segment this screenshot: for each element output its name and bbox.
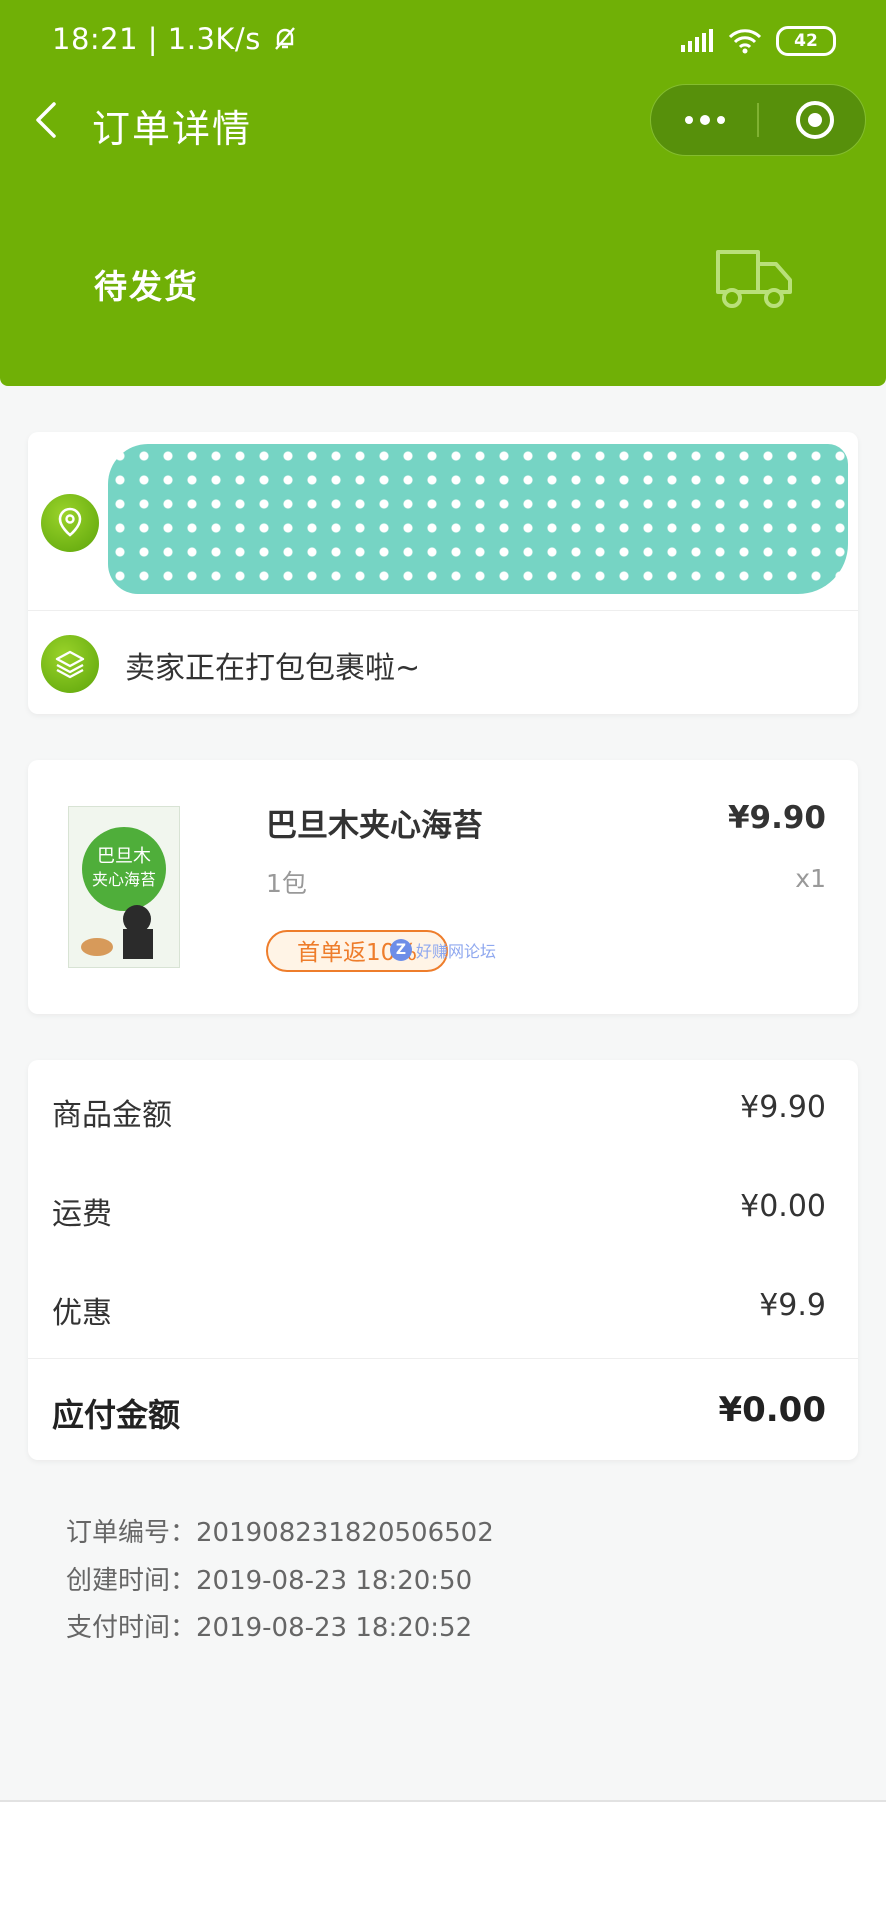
capsule-divider: [757, 103, 759, 137]
order-status: 待发货: [94, 267, 199, 306]
mute-bell-icon: [274, 27, 295, 50]
status-indicators: 42: [680, 26, 836, 56]
watermark-logo-icon: Z: [390, 939, 412, 961]
battery-indicator: 42: [776, 26, 836, 56]
svg-text:夹心海苔: 夹心海苔: [92, 870, 156, 889]
svg-text:巴旦木: 巴旦木: [97, 846, 151, 867]
address-redacted: [108, 444, 848, 594]
amount-summary-card: 商品金额 ¥9.90 运费 ¥0.00 优惠 ¥9.9 应付金额 ¥0.00: [28, 1060, 858, 1460]
discount-value: ¥9.9: [759, 1288, 826, 1323]
total-value: ¥0.00: [718, 1390, 826, 1430]
watermark-text: 好赚网论坛: [416, 942, 497, 961]
back-arrow-icon[interactable]: [28, 98, 68, 142]
card-divider: [28, 610, 858, 611]
freight-value: ¥0.00: [740, 1189, 826, 1224]
product-card[interactable]: 巴旦木 夹心海苔 巴旦木夹心海苔 ¥9.90 1包 x1 首单返10% Z 好赚…: [28, 760, 858, 1014]
signal-icon: [681, 29, 713, 52]
freight-label: 运费: [52, 1197, 112, 1232]
goods-amount-value: ¥9.90: [740, 1090, 826, 1125]
product-quantity: x1: [795, 864, 826, 893]
truck-icon: [716, 250, 792, 308]
package-icon: [41, 635, 99, 693]
order-number: 订单编号：201908231820506502: [66, 1518, 494, 1548]
product-image: 巴旦木 夹心海苔: [68, 806, 180, 968]
clock: 18:21: [52, 22, 139, 56]
status-time: 18:21 | 1.3K/s: [52, 22, 299, 56]
close-miniprogram-icon[interactable]: [795, 100, 835, 140]
summary-divider: [28, 1358, 858, 1359]
more-icon[interactable]: [681, 107, 729, 133]
created-time: 创建时间：2019-08-23 18:20:50: [66, 1566, 473, 1596]
paid-time: 支付时间：2019-08-23 18:20:52: [66, 1613, 473, 1643]
page-title: 订单详情: [92, 107, 253, 151]
address-card: 卖家正在打包包裹啦~: [28, 432, 858, 714]
bottom-bar: [0, 1802, 886, 1920]
goods-amount-label: 商品金额: [52, 1098, 172, 1133]
forum-watermark: Z 好赚网论坛: [390, 938, 496, 962]
product-name: 巴旦木夹心海苔: [266, 808, 483, 844]
product-spec: 1包: [266, 869, 307, 898]
network-speed: 1.3K/s: [167, 22, 261, 56]
order-header: 18:21 | 1.3K/s 42 订单详情 待发货: [0, 0, 886, 386]
status-bar: 18:21 | 1.3K/s 42: [0, 0, 886, 84]
nav-bar: 订单详情: [0, 84, 886, 164]
miniprogram-capsule: [650, 84, 866, 156]
shipping-status-text: 卖家正在打包包裹啦~: [125, 651, 421, 686]
total-label: 应付金额: [52, 1396, 181, 1434]
location-icon: [41, 494, 99, 552]
wifi-icon: [728, 29, 762, 54]
discount-label: 优惠: [52, 1296, 112, 1331]
product-price: ¥9.90: [727, 800, 826, 836]
